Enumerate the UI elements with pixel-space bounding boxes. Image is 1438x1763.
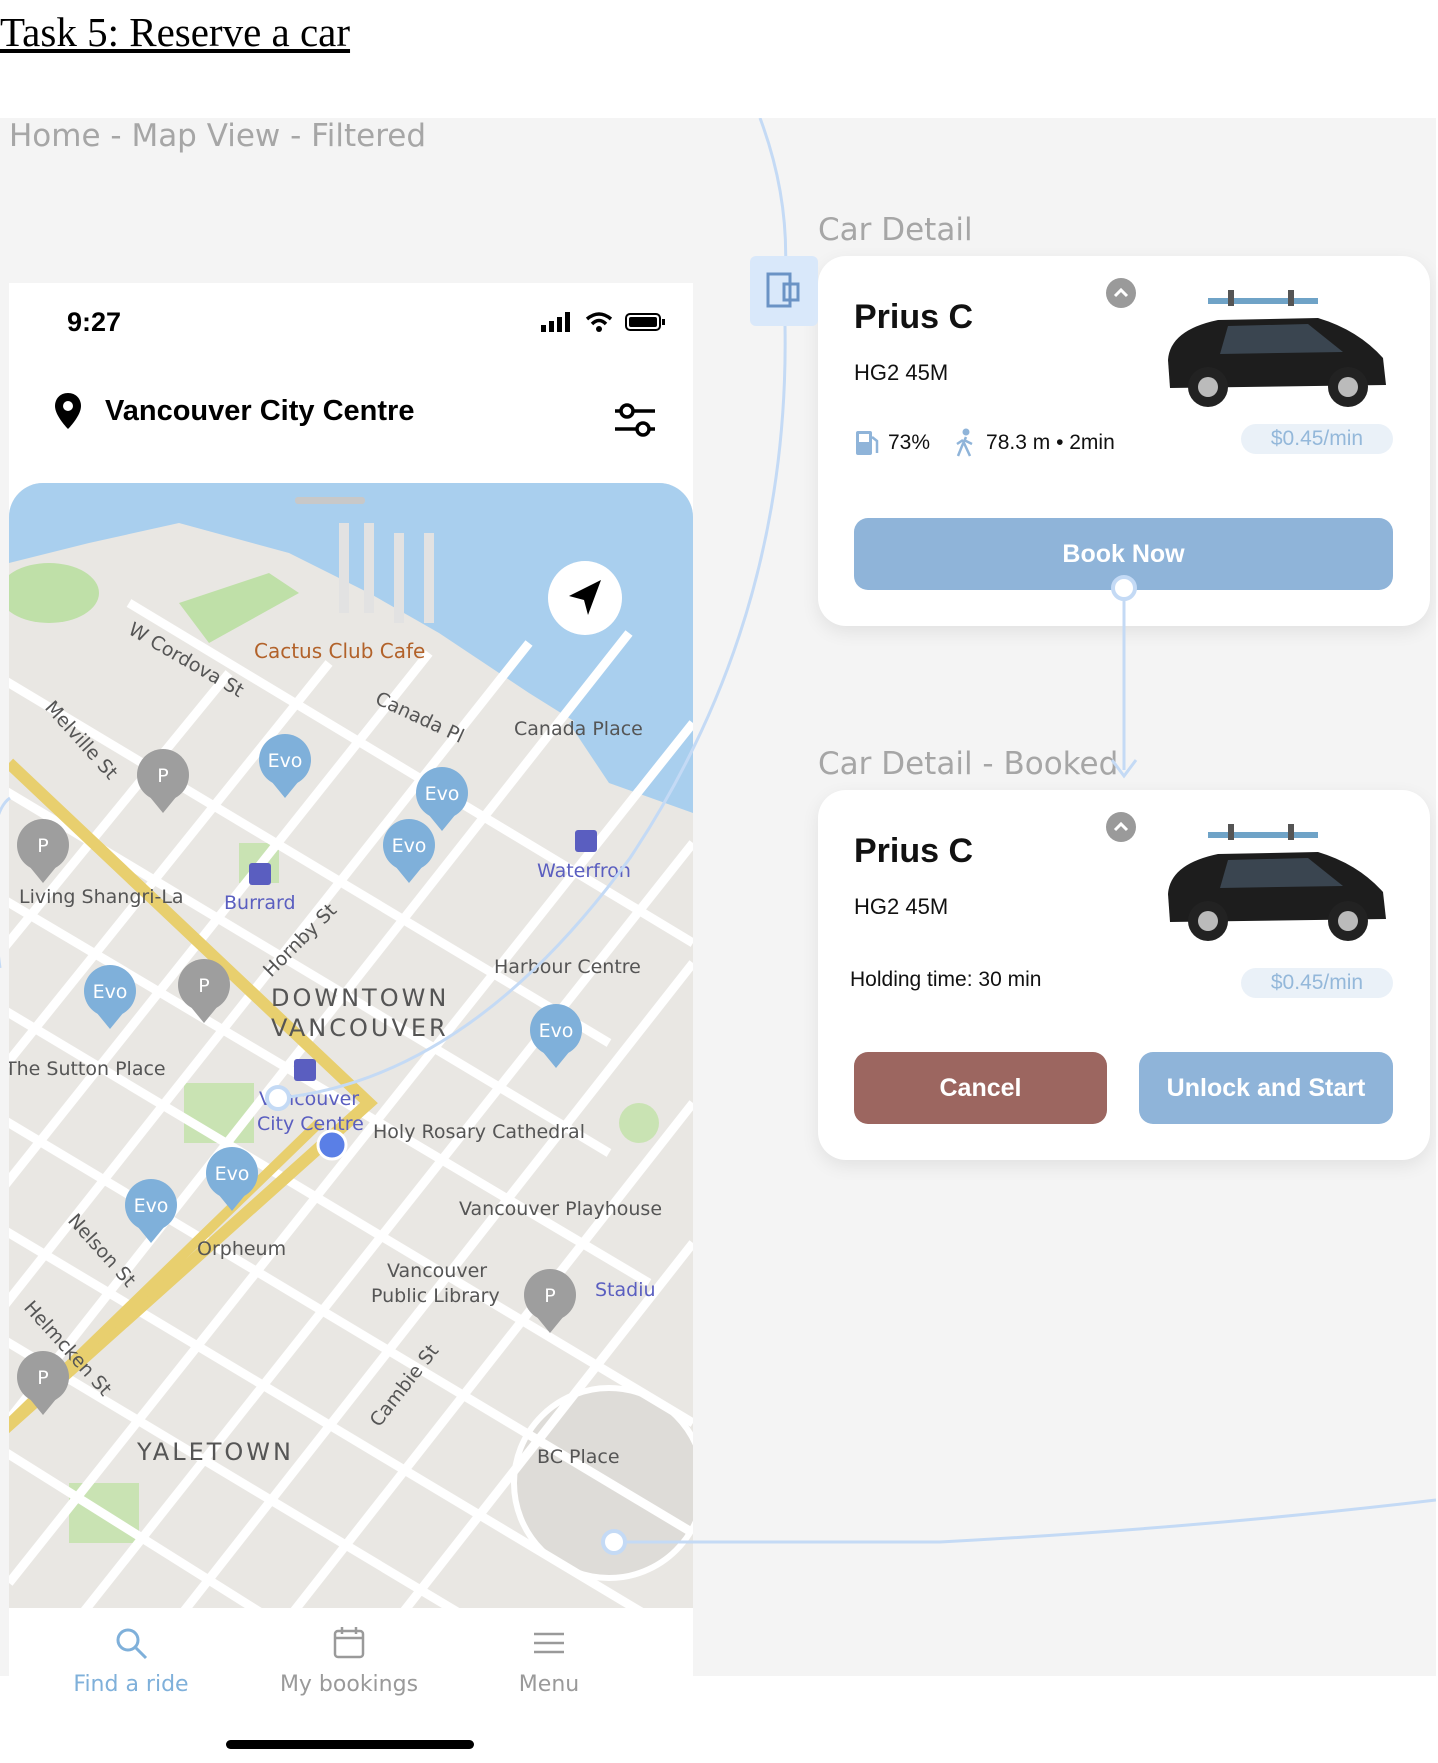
map-svg: Cactus Club Cafe W Cordova St Canada Pl … — [9, 483, 693, 1608]
map-label-burrard: Burrard — [224, 892, 296, 914]
svg-text:P: P — [37, 835, 48, 857]
map-label-vcc-2: City Centre — [257, 1113, 364, 1135]
frame-label-car-detail-booked: Car Detail - Booked — [818, 746, 1119, 782]
car-image — [1168, 824, 1386, 941]
svg-text:Evo: Evo — [215, 1163, 250, 1185]
signal-icon — [541, 312, 570, 332]
tab-bar: Find a ride My bookings Menu — [9, 1608, 693, 1763]
chevron-up-icon — [1113, 287, 1129, 298]
collapse-button[interactable] — [1106, 278, 1136, 308]
frame-label-home: Home - Map View - Filtered — [9, 118, 427, 154]
parking-pin[interactable]: P — [137, 749, 189, 813]
map-label-sutton-place: The Sutton Place — [9, 1058, 166, 1080]
car-name: Prius C — [854, 832, 974, 870]
evo-pin[interactable]: Evo — [383, 819, 435, 883]
svg-text:Evo: Evo — [392, 835, 427, 857]
svg-text:Evo: Evo — [93, 981, 128, 1003]
design-canvas: Home - Map View - Filtered Car Detail Ca… — [0, 118, 1436, 1763]
fuel-icon — [856, 431, 879, 455]
map-label-playhouse: Vancouver Playhouse — [459, 1198, 662, 1220]
map-label-nelson: Nelson St — [63, 1210, 140, 1292]
fuel-level: 73% — [888, 431, 931, 454]
car-name: Prius C — [854, 298, 974, 336]
unlock-and-start-button[interactable]: Unlock and Start — [1139, 1052, 1393, 1124]
device-icon — [766, 272, 792, 308]
location-header[interactable]: Vancouver City Centre — [53, 391, 414, 431]
holding-time: Holding time: 30 min — [850, 968, 1042, 991]
book-now-button[interactable]: Book Now — [854, 518, 1393, 590]
evo-pin[interactable]: Evo — [125, 1179, 177, 1243]
map-label-library-1: Vancouver — [387, 1260, 487, 1282]
car-plate: HG2 45M — [854, 360, 949, 385]
evo-pin[interactable]: Evo — [84, 965, 136, 1029]
evo-pin[interactable]: Evo — [530, 1004, 582, 1068]
svg-text:Evo: Evo — [425, 783, 460, 805]
chevron-up-icon — [1113, 821, 1129, 832]
price-badge: $0.45/min — [1241, 424, 1393, 454]
map-label-harbour-centre: Harbour Centre — [494, 956, 641, 978]
map-label-vcc-1: Vancouver — [259, 1088, 359, 1110]
map-label-cactus-club: Cactus Club Cafe — [254, 639, 425, 663]
map-label-stadium: Stadiu — [595, 1279, 656, 1301]
svg-text:P: P — [37, 1367, 48, 1389]
menu-icon — [534, 1632, 564, 1654]
evo-pin[interactable]: Evo — [259, 734, 311, 798]
map-label-canada-pl: Canada Pl — [372, 688, 467, 748]
cancel-button[interactable]: Cancel — [854, 1052, 1107, 1124]
tab-find-a-ride[interactable]: Find a ride — [71, 1626, 191, 1697]
location-title: Vancouver City Centre — [105, 394, 415, 427]
search-icon — [116, 1628, 148, 1660]
home-indicator — [226, 1740, 474, 1749]
transit-icon-waterfront — [575, 830, 597, 852]
map-label-holy-rosary: Holy Rosary Cathedral — [373, 1121, 585, 1143]
evo-pin[interactable]: Evo — [416, 767, 468, 831]
frame-label-car-detail: Car Detail — [818, 212, 973, 248]
tab-menu[interactable]: Menu — [504, 1626, 594, 1697]
svg-text:P: P — [198, 975, 209, 997]
map-label-vancouver: VANCOUVER — [271, 1014, 449, 1042]
transit-icon-burrard — [249, 863, 271, 885]
price-badge: $0.45/min — [1241, 968, 1393, 998]
map-label-orpheum: Orpheum — [197, 1238, 286, 1260]
transit-icon-vcc — [294, 1059, 316, 1081]
status-time: 9:27 — [67, 307, 122, 337]
svg-text:P: P — [157, 765, 168, 787]
svg-text:P: P — [544, 1285, 555, 1307]
flow-start-node — [750, 256, 818, 326]
map-label-library-2: Public Library — [371, 1285, 500, 1307]
phone-screen: 9:27 Vancouver City Centre Cactus Club C… — [9, 283, 693, 1763]
car-plate: HG2 45M — [854, 894, 949, 919]
parking-pin[interactable]: P — [178, 959, 230, 1023]
map-label-downtown: DOWNTOWN — [271, 984, 449, 1012]
tab-my-bookings[interactable]: My bookings — [279, 1626, 419, 1697]
map-view[interactable]: Cactus Club Cafe W Cordova St Canada Pl … — [9, 483, 693, 1608]
map-label-bc-place: BC Place — [537, 1446, 620, 1468]
svg-text:Evo: Evo — [134, 1195, 169, 1217]
car-detail-card: Prius C HG2 45M 73% 78.3 m • 2min $0.45/… — [818, 256, 1430, 626]
map-label-canada-place: Canada Place — [514, 718, 643, 740]
walk-distance: 78.3 m • 2min — [986, 431, 1115, 454]
location-pin-icon — [55, 393, 81, 429]
car-detail-booked-card: Prius C HG2 45M Holding time: 30 min $0.… — [818, 790, 1430, 1160]
filter-button[interactable] — [613, 401, 657, 446]
battery-icon — [625, 313, 665, 331]
filter-sliders-icon — [615, 403, 655, 437]
svg-text:Evo: Evo — [268, 750, 303, 772]
task-title: Task 5: Reserve a car — [0, 9, 351, 55]
wifi-icon — [585, 312, 613, 332]
user-location-dot — [316, 1129, 348, 1161]
map-label-shangri-la: Living Shangri-La — [19, 886, 184, 908]
svg-text:Evo: Evo — [539, 1020, 574, 1042]
car-stats: 73% 78.3 m • 2min — [854, 428, 1115, 458]
map-label-cambie: Cambie St — [366, 1340, 444, 1431]
map-label-waterfront: Waterfron — [537, 860, 631, 882]
calendar-icon — [333, 1627, 365, 1659]
collapse-button[interactable] — [1106, 812, 1136, 842]
status-icons — [541, 311, 665, 333]
car-image — [1168, 290, 1386, 407]
walking-icon — [956, 428, 973, 457]
map-label-yaletown: YALETOWN — [136, 1438, 294, 1466]
